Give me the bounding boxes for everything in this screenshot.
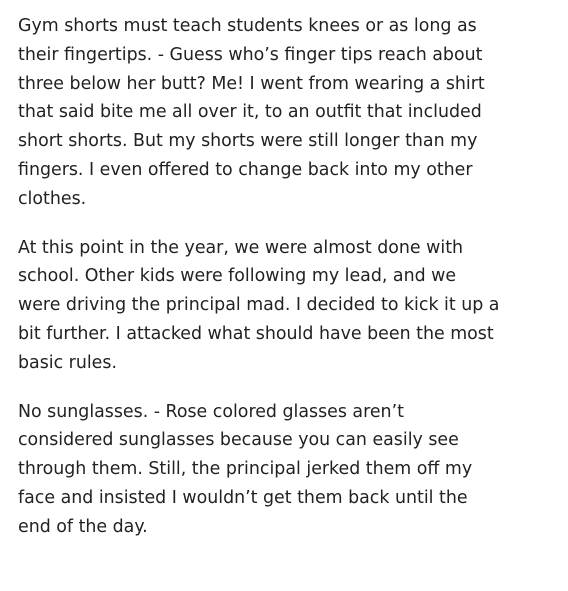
text-line: were driving the principal mad. I decide… bbox=[18, 295, 500, 316]
text-line: basic rules. bbox=[18, 352, 117, 373]
text-line: short shorts. But my shorts were still l… bbox=[18, 131, 478, 152]
text-line: At this point in the year, we were almos… bbox=[18, 237, 464, 258]
text-line: that said bite me all over it, to an out… bbox=[18, 102, 482, 123]
text-line: their fingertips. - Guess who’s finger t… bbox=[18, 44, 483, 65]
text-line: bit further. I attacked what should have… bbox=[18, 323, 494, 344]
paragraph-3: No sunglasses. - Rose colored glasses ar… bbox=[18, 398, 554, 542]
text-line: school. Other kids were following my lea… bbox=[18, 266, 457, 287]
text-line: clothes. bbox=[18, 188, 87, 209]
text-line: face and insisted I wouldn’t get them ba… bbox=[18, 487, 468, 508]
text-line: No sunglasses. - Rose colored glasses ar… bbox=[18, 401, 404, 422]
text-line: through them. Still, the principal jerke… bbox=[18, 459, 473, 480]
paragraph-1: Gym shorts must teach students knees or … bbox=[18, 12, 554, 214]
text-line: three below her butt? Me! I went from we… bbox=[18, 73, 485, 94]
paragraph-2: At this point in the year, we were almos… bbox=[18, 234, 554, 378]
text-line: considered sunglasses because you can ea… bbox=[18, 430, 459, 451]
text-line: fingers. I even offered to change back i… bbox=[18, 159, 473, 180]
text-line: end of the day. bbox=[18, 516, 148, 537]
article-body: Gym shorts must teach students knees or … bbox=[0, 0, 568, 542]
text-line: Gym shorts must teach students knees or … bbox=[18, 16, 477, 36]
